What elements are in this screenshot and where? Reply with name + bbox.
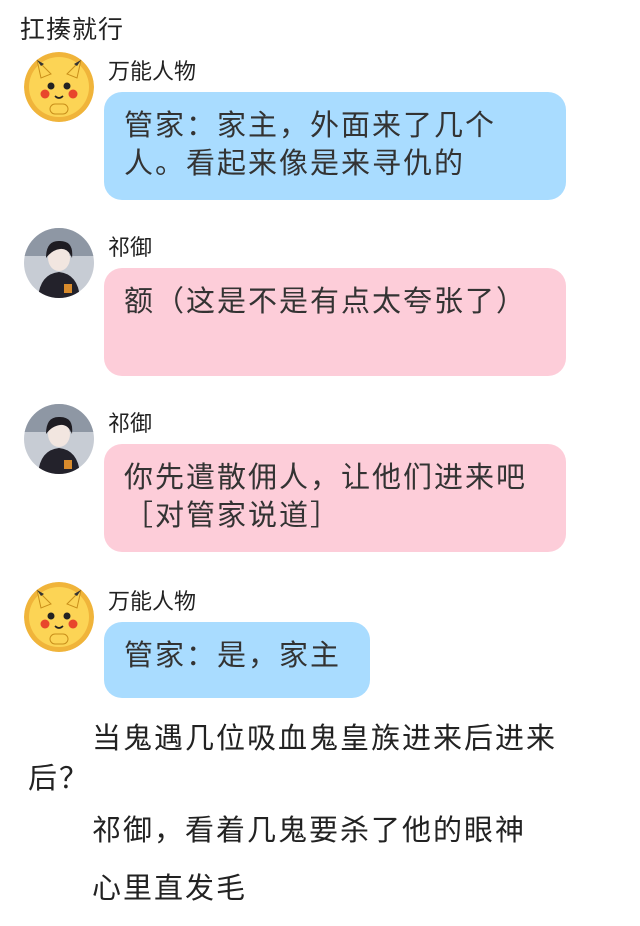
- dark-haired-man-avatar[interactable]: [24, 228, 94, 298]
- dark-haired-man-avatar[interactable]: [24, 404, 94, 474]
- narration-paragraph: 心里直发毛: [92, 871, 248, 905]
- pikachu-avatar[interactable]: [24, 582, 94, 652]
- message-bubble: 额（这是不是有点太夸张了）: [104, 268, 566, 376]
- sender-name: 万能人物: [108, 590, 197, 615]
- sender-name: 祁御: [108, 412, 153, 437]
- sender-name: 祁御: [108, 236, 153, 261]
- message-bubble: 管家：是，家主: [104, 622, 370, 698]
- message-bubble: 你先遣散佣人，让他们进来吧［对管家说道］: [104, 444, 566, 552]
- pikachu-avatar[interactable]: [24, 52, 94, 122]
- message-bubble: 管家：家主，外面来了几个人。看起来像是来寻仇的: [104, 92, 566, 200]
- narration-paragraph: 祁御，看着几鬼要杀了他的眼神: [92, 813, 527, 847]
- narration-paragraph: 当鬼遇几位吸血鬼皇族进来后进来后？: [28, 721, 558, 795]
- sender-name: 万能人物: [108, 60, 197, 85]
- page-title: 扛揍就行: [20, 15, 125, 44]
